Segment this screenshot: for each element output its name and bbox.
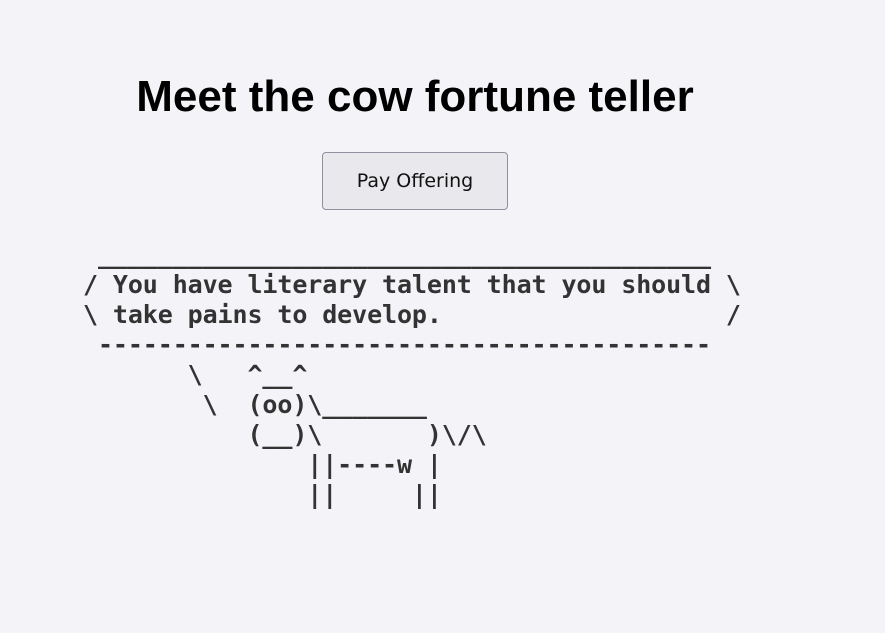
- page-title: Meet the cow fortune teller: [136, 72, 694, 121]
- pay-offering-button[interactable]: Pay Offering: [322, 152, 508, 210]
- cow-fortune-ascii-art: ________________________________________…: [83, 240, 741, 509]
